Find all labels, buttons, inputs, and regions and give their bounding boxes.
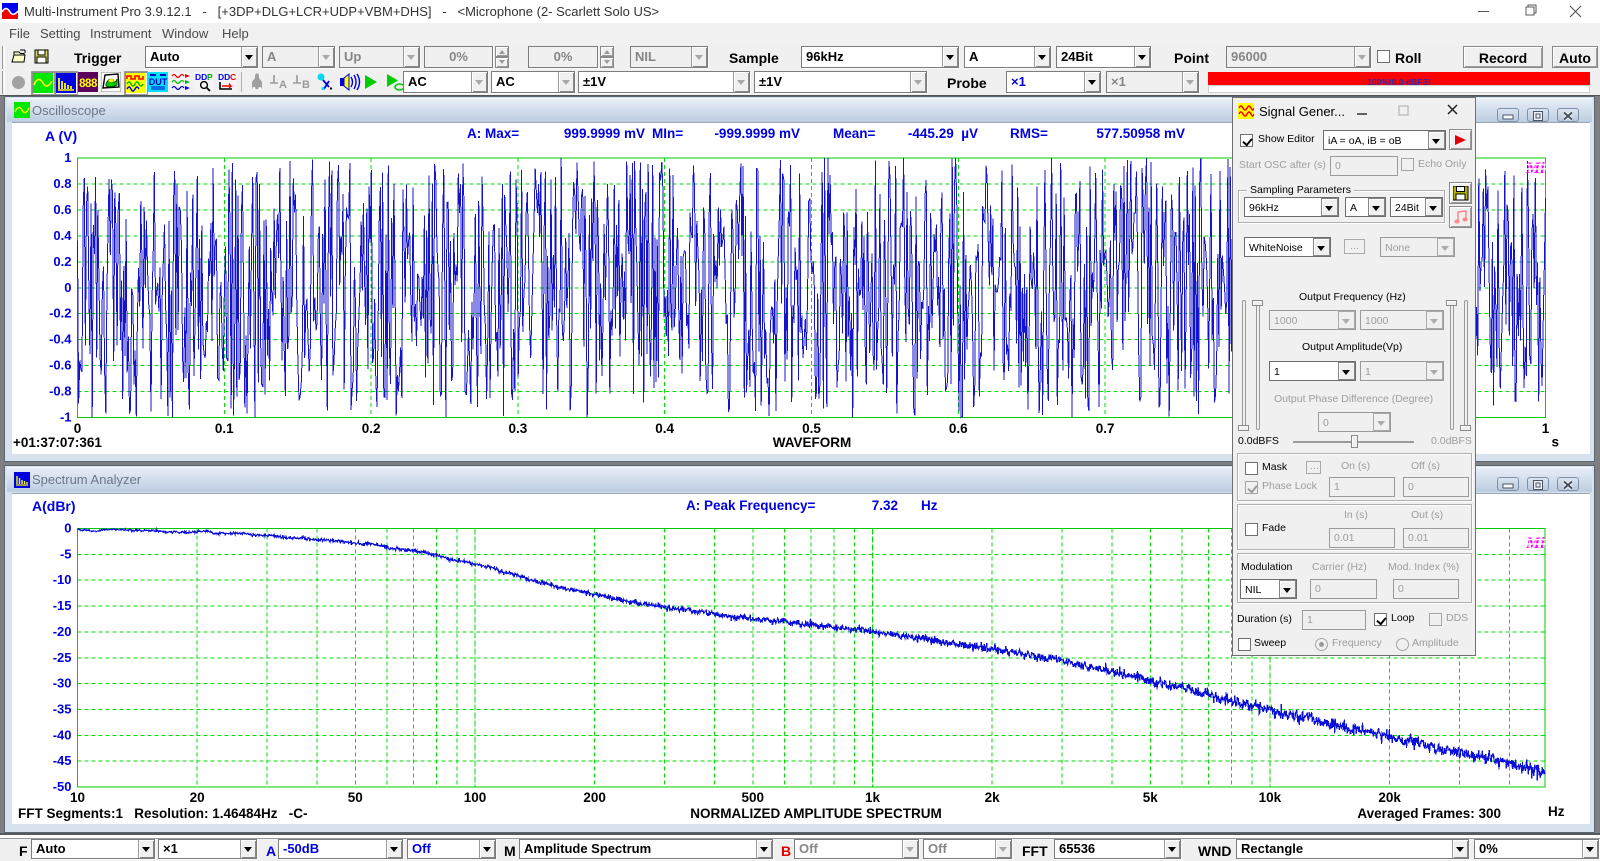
svg-text:DD: DD <box>195 72 207 82</box>
svg-text:-0.8: -0.8 <box>49 384 71 399</box>
svg-text:-40: -40 <box>53 727 72 742</box>
svg-text:50: 50 <box>348 790 363 805</box>
svg-text:DUT: DUT <box>149 77 168 87</box>
svg-text:P: P <box>207 72 213 82</box>
svg-text:FFT Segments:1 Resolution: 1: FFT Segments:1 Resolution: 1.46484Hz -C- <box>18 806 308 821</box>
svg-text:-25: -25 <box>53 650 72 665</box>
svg-text:1: 1 <box>64 150 71 165</box>
svg-text:10: 10 <box>70 790 85 805</box>
svg-text:-5: -5 <box>60 546 72 561</box>
svg-text:-15: -15 <box>53 598 72 613</box>
svg-text:0.4: 0.4 <box>53 228 72 243</box>
svg-text:0.8: 0.8 <box>53 176 71 191</box>
svg-text:A(dBr): A(dBr) <box>32 498 76 514</box>
svg-text:0.4: 0.4 <box>655 421 674 436</box>
svg-text:0.5: 0.5 <box>802 421 821 436</box>
svg-text:-10: -10 <box>53 572 72 587</box>
svg-text:7.32: 7.32 <box>872 498 898 513</box>
svg-text:C: C <box>230 72 236 82</box>
svg-text:10k: 10k <box>1259 790 1282 805</box>
svg-text:s: s <box>1552 435 1560 450</box>
svg-text:5k: 5k <box>1143 790 1159 805</box>
svg-text:Hz: Hz <box>921 498 938 513</box>
svg-text:999.9999 mV: 999.9999 mV <box>564 126 645 141</box>
svg-text:-0.4: -0.4 <box>49 332 72 347</box>
svg-text:A: A <box>279 79 287 90</box>
svg-text:-0.2: -0.2 <box>49 306 71 321</box>
svg-text:0.3: 0.3 <box>509 421 528 436</box>
svg-text:+01:37:07:361: +01:37:07:361 <box>13 435 102 450</box>
svg-text:500: 500 <box>742 790 765 805</box>
svg-text:-20: -20 <box>53 624 72 639</box>
svg-text:-1: -1 <box>60 410 72 425</box>
svg-text:577.50958 mV: 577.50958 mV <box>1096 126 1185 141</box>
svg-text:DD: DD <box>218 72 230 82</box>
svg-text:A: Peak Frequency=: A: Peak Frequency= <box>686 498 816 513</box>
svg-text:100: 100 <box>464 790 487 805</box>
svg-text:B: B <box>302 79 310 90</box>
svg-text:0.6: 0.6 <box>53 202 71 217</box>
svg-text:20k: 20k <box>1378 790 1401 805</box>
svg-text:-50: -50 <box>53 779 72 794</box>
svg-text:0.2: 0.2 <box>362 421 381 436</box>
svg-text:0.2: 0.2 <box>53 254 71 269</box>
svg-text:A (V): A (V) <box>45 128 77 144</box>
svg-text:MIn=: MIn= <box>652 126 683 141</box>
svg-text:0: 0 <box>74 421 82 436</box>
svg-text:NORMALIZED AMPLITUDE SPECTRUM: NORMALIZED AMPLITUDE SPECTRUM <box>690 806 942 821</box>
svg-text:0.7: 0.7 <box>1096 421 1115 436</box>
svg-text:-45: -45 <box>53 753 72 768</box>
svg-text:-0.6: -0.6 <box>49 358 71 373</box>
svg-text:-445.29 µV: -445.29 µV <box>908 126 978 141</box>
svg-text:0: 0 <box>64 280 71 295</box>
svg-text:A: Max=: A: Max= <box>467 126 519 141</box>
svg-text:1k: 1k <box>865 790 881 805</box>
svg-text:2k: 2k <box>985 790 1001 805</box>
svg-text:1: 1 <box>1542 421 1550 436</box>
svg-text:Mean=: Mean= <box>833 126 876 141</box>
svg-text:0.1: 0.1 <box>215 421 234 436</box>
svg-text:RMS=: RMS= <box>1010 126 1048 141</box>
svg-text:-35: -35 <box>53 701 72 716</box>
svg-text:0.6: 0.6 <box>949 421 968 436</box>
svg-text:20: 20 <box>190 790 205 805</box>
svg-text:Hz: Hz <box>1548 804 1565 819</box>
svg-text:0: 0 <box>64 521 71 536</box>
svg-text:-30: -30 <box>53 676 72 691</box>
svg-text:-999.9999 mV: -999.9999 mV <box>714 126 800 141</box>
svg-text:WAVEFORM: WAVEFORM <box>773 435 852 450</box>
svg-text:200: 200 <box>583 790 606 805</box>
svg-text:Averaged Frames: 300: Averaged Frames: 300 <box>1357 806 1501 821</box>
svg-text:888: 888 <box>79 78 98 90</box>
